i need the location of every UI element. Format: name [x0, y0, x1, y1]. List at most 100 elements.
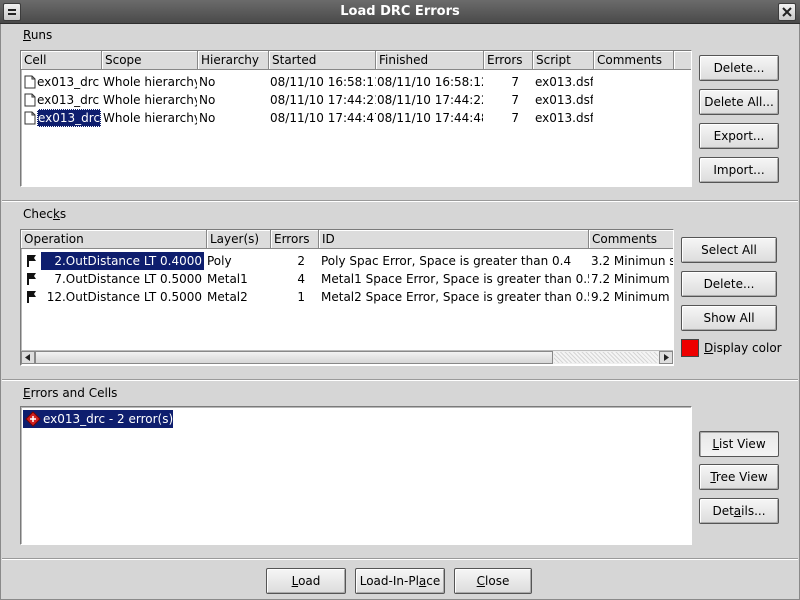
runs-cell-finished: 08/11/10 16:58:12 [377, 75, 483, 89]
arrow-right-icon [664, 354, 669, 361]
runs-cell-hierarchy: No [199, 111, 216, 125]
window-title: Load DRC Errors [340, 4, 460, 19]
runs-cell-script: ex013.dsf [535, 111, 593, 125]
flag-icon [27, 291, 36, 303]
errors-cells-section-label: Errors and Cells [23, 386, 118, 400]
error-cell-icon [25, 411, 41, 427]
checks-cell-comments: 9.2 Minimum s [591, 290, 674, 304]
runs-cell-scope: Whole hierarchy [103, 111, 197, 125]
runs-cell-started: 08/11/10 16:58:11 [270, 75, 376, 89]
checks-row-selected[interactable]: 2.OutDistance LT 0.4000 Poly 2 Poly Spac… [21, 252, 673, 270]
runs-cell-comments [595, 109, 673, 127]
runs-cell-name: ex013_drc [37, 93, 99, 107]
runs-cell-hierarchy: No [199, 75, 216, 89]
window-menu-icon [8, 9, 16, 15]
errors-cells-item-label: ex013_drc - 2 error(s) [43, 412, 173, 426]
runs-row-selected[interactable]: ex013_drc Whole hierarchy No 08/11/10 17… [21, 109, 691, 127]
errors-cells-list[interactable]: ex013_drc - 2 error(s) [20, 406, 692, 545]
document-icon [24, 93, 36, 107]
runs-cell-comments [595, 73, 673, 91]
load-in-place-button[interactable]: Load-In-Place [355, 568, 445, 594]
separator [2, 558, 798, 560]
runs-cell-finished: 08/11/10 17:44:48 [377, 111, 483, 125]
checks-cell-errors: 1 [297, 290, 305, 304]
runs-cell-script: ex013.dsf [535, 93, 593, 107]
runs-table[interactable]: Cell Scope Hierarchy Started Finished Er… [20, 50, 692, 187]
flag-icon [27, 273, 36, 285]
display-color-swatch[interactable] [681, 339, 699, 357]
runs-cell-name: ex013_drc [37, 109, 101, 127]
runs-row[interactable]: ex013_drc Whole hierarchy No 08/11/10 16… [21, 73, 691, 91]
scroll-right-button[interactable] [659, 351, 673, 364]
checks-horizontal-scrollbar[interactable] [21, 350, 673, 364]
separator [2, 379, 798, 381]
runs-section-label: Runs [23, 28, 53, 42]
checks-col-layers[interactable]: Layer(s) [207, 230, 271, 249]
checks-row[interactable]: 7.OutDistance LT 0.5000 Metal1 4 Metal1 … [21, 270, 673, 288]
checks-cell-comments: 7.2 Minimum s [591, 272, 674, 286]
checks-cell-id: Metal1 Space Error, Space is greater tha… [321, 272, 589, 286]
runs-cell-name: ex013_drc [37, 75, 99, 89]
show-all-button[interactable]: Show All [681, 305, 777, 331]
runs-export-button[interactable]: Export... [699, 123, 779, 149]
close-button[interactable]: Close [454, 568, 532, 594]
runs-cell-started: 08/11/10 17:44:47 [270, 111, 376, 125]
checks-col-id[interactable]: ID [319, 230, 589, 249]
checks-cell-errors: 2 [297, 254, 305, 268]
scroll-left-button[interactable] [21, 351, 35, 364]
checks-row[interactable]: 12.OutDistance LT 0.5000 Metal2 1 Metal2… [21, 288, 673, 306]
errors-cells-item-selected[interactable]: ex013_drc - 2 error(s) [23, 410, 173, 428]
window-menu-button[interactable] [3, 3, 21, 21]
arrow-left-icon [25, 354, 30, 361]
runs-cell-errors: 7 [511, 93, 519, 107]
runs-import-button[interactable]: Import... [699, 157, 779, 183]
checks-cell-layers: Poly [207, 254, 232, 268]
runs-cell-hierarchy: No [199, 93, 216, 107]
runs-col-finished[interactable]: Finished [376, 51, 484, 70]
tree-view-button[interactable]: Tree View [699, 464, 779, 490]
runs-col-cell[interactable]: Cell [21, 51, 102, 70]
scroll-track [554, 352, 658, 363]
details-button[interactable]: Details... [699, 498, 779, 524]
checks-cell-id: Poly Spac Error, Space is greater than 0… [321, 254, 572, 268]
runs-col-filler [674, 51, 691, 70]
runs-col-hierarchy[interactable]: Hierarchy [198, 51, 269, 70]
checks-cell-id: Metal2 Space Error, Space is greater tha… [321, 290, 589, 304]
runs-cell-scope: Whole hierarchy [103, 75, 197, 89]
select-all-button[interactable]: Select All [681, 237, 777, 263]
runs-cell-started: 08/11/10 17:44:21 [270, 93, 376, 107]
checks-col-operation[interactable]: Operation [21, 230, 207, 249]
runs-col-comments[interactable]: Comments [594, 51, 674, 70]
checks-cell-comments: 3.2 Minimun s [591, 254, 674, 268]
runs-col-started[interactable]: Started [269, 51, 376, 70]
runs-col-scope[interactable]: Scope [102, 51, 198, 70]
checks-cell-layers: Metal2 [207, 290, 248, 304]
runs-col-script[interactable]: Script [533, 51, 594, 70]
runs-cell-errors: 7 [511, 75, 519, 89]
runs-cell-script: ex013.dsf [535, 75, 593, 89]
checks-col-comments[interactable]: Comments [589, 230, 673, 249]
scroll-thumb[interactable] [35, 351, 553, 364]
checks-delete-button[interactable]: Delete... [681, 271, 777, 297]
close-icon [782, 7, 792, 17]
display-color-label[interactable]: Display color [704, 341, 782, 355]
document-icon [24, 111, 36, 125]
close-window-button[interactable] [778, 3, 796, 21]
list-view-button[interactable]: List View [699, 431, 779, 457]
checks-cell-operation: 2.OutDistance LT 0.4000 [41, 252, 204, 270]
runs-cell-comments [595, 91, 673, 109]
runs-cell-finished: 08/11/10 17:44:22 [377, 93, 483, 107]
checks-table[interactable]: Operation Layer(s) Errors ID Comments 2.… [20, 229, 674, 366]
runs-row[interactable]: ex013_drc Whole hierarchy No 08/11/10 17… [21, 91, 691, 109]
runs-delete-button[interactable]: Delete... [699, 55, 779, 81]
checks-col-errors[interactable]: Errors [271, 230, 319, 249]
flag-icon [27, 255, 36, 267]
runs-delete-all-button[interactable]: Delete All... [699, 89, 779, 115]
checks-cell-layers: Metal1 [207, 272, 248, 286]
load-button[interactable]: Load [266, 568, 346, 594]
checks-cell-operation: 12.OutDistance LT 0.5000 [46, 290, 202, 304]
runs-cell-errors: 7 [511, 111, 519, 125]
checks-cell-operation: 7.OutDistance LT 0.5000 [54, 272, 202, 286]
checks-section-label: Checks [23, 207, 67, 221]
runs-col-errors[interactable]: Errors [484, 51, 533, 70]
